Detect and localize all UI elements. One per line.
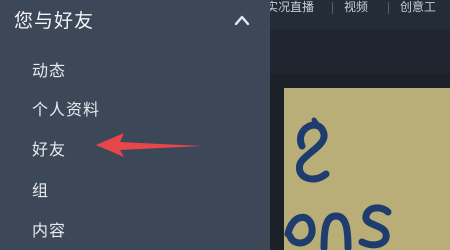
sidebar-item-friends[interactable]: 好友 <box>32 136 66 160</box>
content-area <box>270 74 450 250</box>
artwork-lettering-image <box>284 117 392 250</box>
tab-divider <box>332 2 333 14</box>
sidebar-item-groups[interactable]: 组 <box>32 177 49 201</box>
tab-live[interactable]: 实况直播 <box>266 0 314 15</box>
chevron-up-icon[interactable] <box>233 12 251 26</box>
red-arrow-icon <box>96 133 202 157</box>
app-window: 实况直播 视频 创意工 您与好友 动态 个人资料 好友 组 内容 <box>0 0 450 250</box>
featured-artwork[interactable] <box>284 88 450 250</box>
sidebar-header[interactable]: 您与好友 <box>0 0 270 40</box>
tab-video[interactable]: 视频 <box>344 0 368 15</box>
sidebar-item-content[interactable]: 内容 <box>32 217 66 241</box>
sidebar-item-activity[interactable]: 动态 <box>32 57 66 81</box>
top-nav-bar: 实况直播 视频 创意工 <box>266 0 450 30</box>
tab-workshop[interactable]: 创意工 <box>400 0 436 15</box>
sidebar-item-profile[interactable]: 个人资料 <box>32 96 100 120</box>
friends-sidebar: 您与好友 动态 个人资料 好友 组 内容 <box>0 0 270 250</box>
tab-divider <box>388 2 389 14</box>
toolbar-strip <box>270 30 450 74</box>
sidebar-title: 您与好友 <box>14 10 95 32</box>
